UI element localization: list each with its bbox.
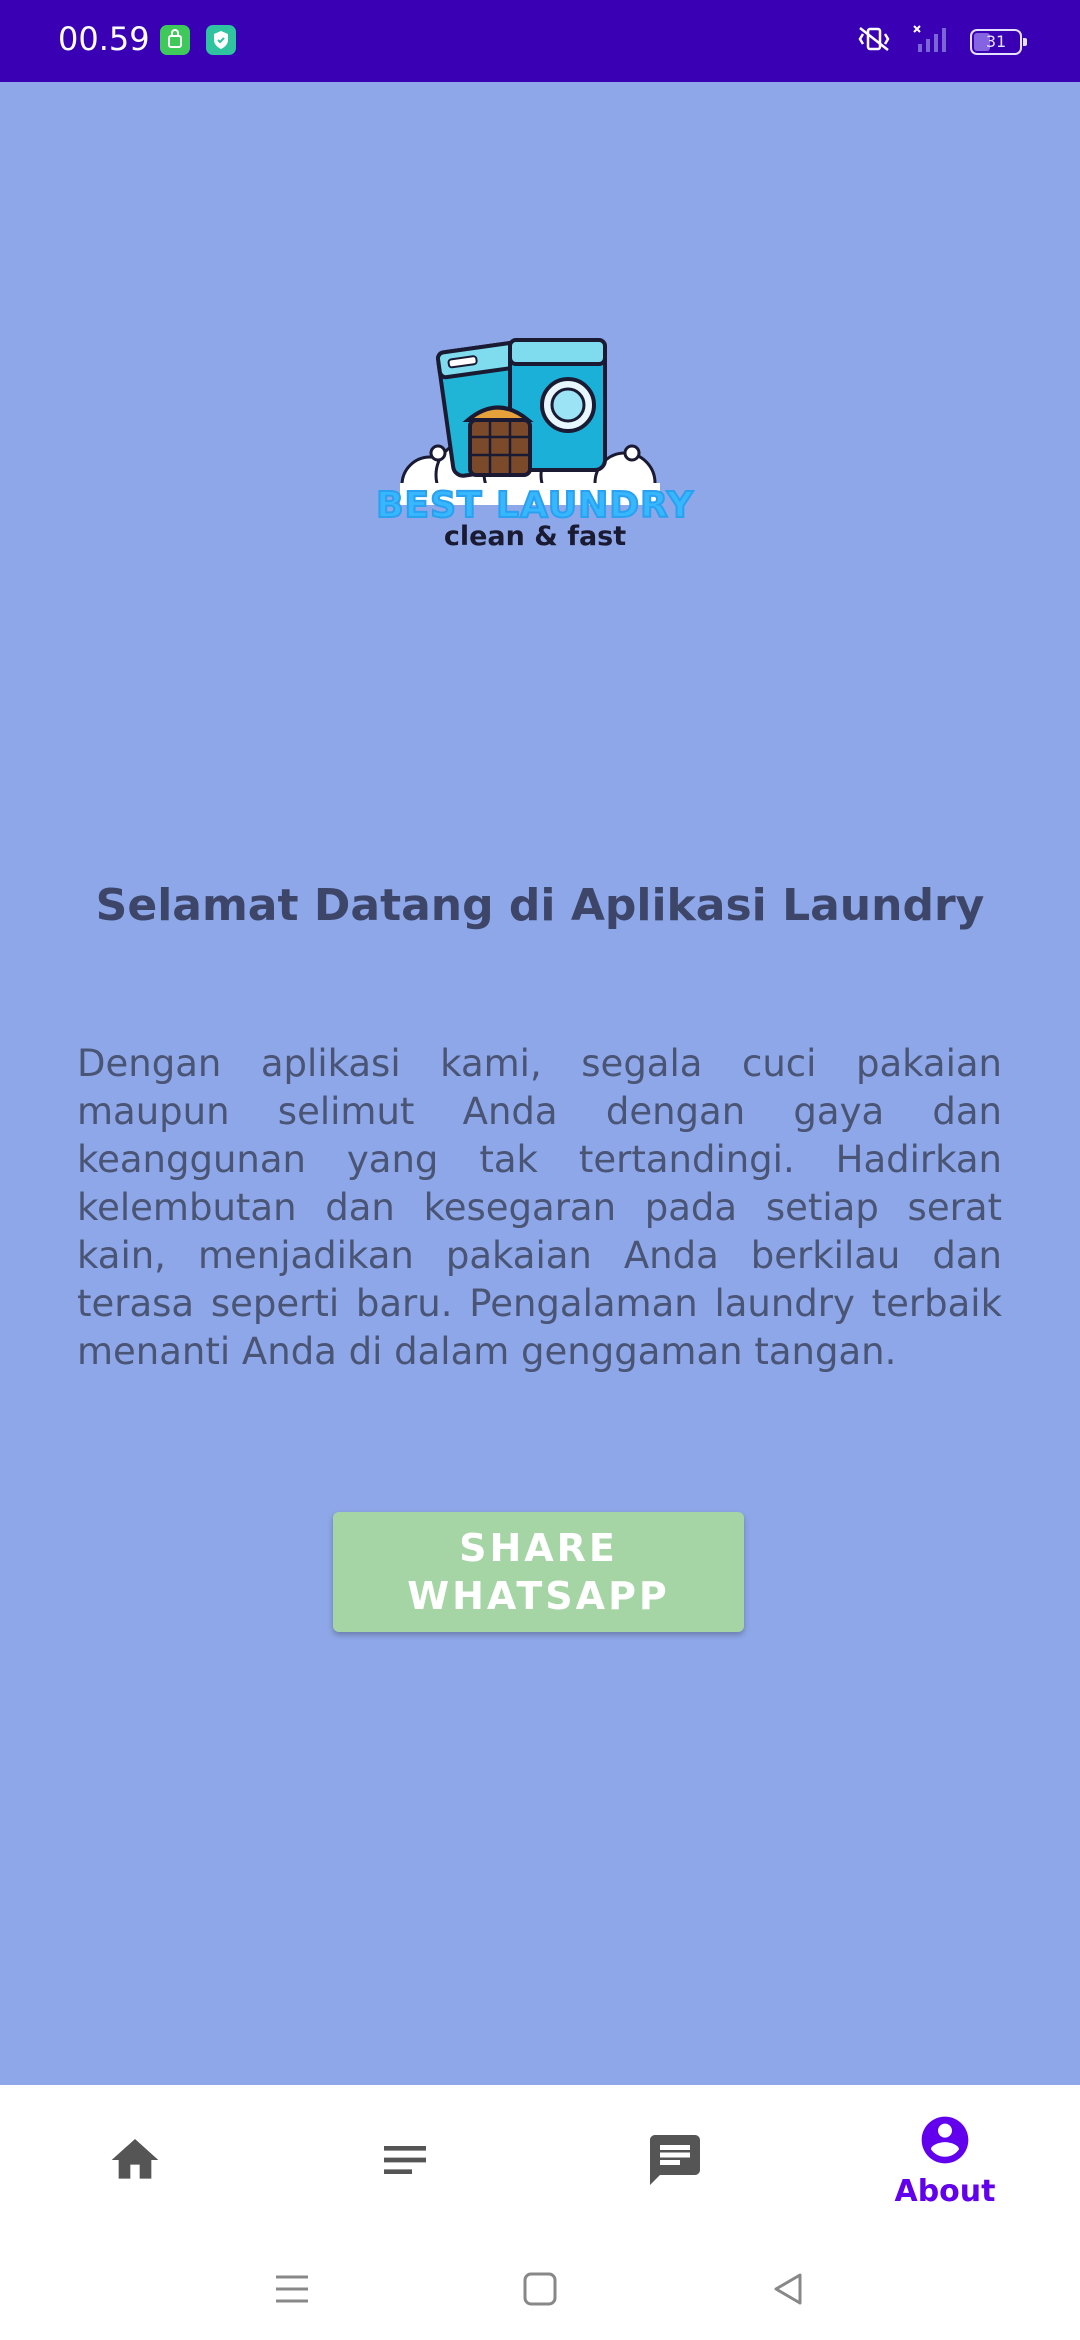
system-home-button[interactable] <box>510 2259 570 2319</box>
nav-item-chat[interactable] <box>540 2085 810 2235</box>
nav-label-about: About <box>894 2173 996 2209</box>
back-icon <box>774 2273 802 2305</box>
list-icon <box>384 2146 426 2174</box>
store-icon <box>160 25 190 55</box>
home-square-icon <box>523 2272 557 2306</box>
welcome-description: Dengan aplikasi kami, segala cuci pakaia… <box>77 1042 1002 1373</box>
logo: BEST LAUNDRY clean & fast <box>370 325 700 565</box>
signal-icon <box>912 24 952 59</box>
system-menu-button[interactable] <box>262 2259 322 2319</box>
account-icon <box>921 2116 969 2163</box>
battery-level: 31 <box>985 31 1007 51</box>
bottom-navigation: About <box>0 2085 1080 2235</box>
logo-subtitle: clean & fast <box>443 521 627 552</box>
nav-item-home[interactable] <box>0 2085 270 2235</box>
menu-icon <box>276 2275 308 2303</box>
shield-icon <box>206 25 236 55</box>
chat-icon <box>650 2135 700 2185</box>
nav-item-about[interactable]: About <box>810 2085 1080 2235</box>
nav-item-list[interactable] <box>270 2085 540 2235</box>
logo-title: BEST LAUNDRY <box>375 484 694 527</box>
home-icon <box>111 2139 159 2179</box>
vibrate-mute-icon <box>854 24 894 59</box>
share-whatsapp-button[interactable]: SHARE WHATSAPP <box>333 1512 744 1632</box>
status-time: 00.59 <box>58 20 150 58</box>
welcome-title: Selamat Datang di Aplikasi Laundry <box>95 880 985 931</box>
status-bar: 00.59 31 <box>0 0 1080 82</box>
system-navigation <box>0 2235 1080 2340</box>
system-back-button[interactable] <box>758 2259 818 2319</box>
battery-icon: 31 <box>970 28 1027 55</box>
washing-machine-logo-icon <box>400 338 660 515</box>
